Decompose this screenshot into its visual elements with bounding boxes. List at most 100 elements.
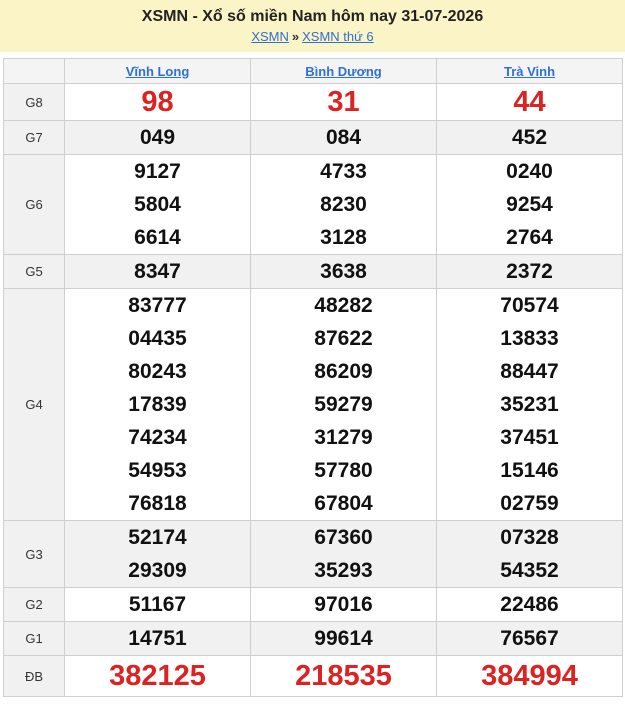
result-cell: 4733 8230 3128: [250, 154, 437, 255]
result-cell: 70574 13833 88447 35231 37451 15146 02759: [436, 288, 623, 521]
result-number: 02759: [500, 492, 559, 515]
result-cell: 44: [436, 83, 623, 121]
breadcrumb-link-xsmn-thu-6[interactable]: XSMN thứ 6: [302, 29, 374, 44]
result-cell: 049: [64, 120, 251, 155]
result-cell: 14751: [64, 621, 251, 656]
prize-row: G2 51167 97016 22486: [3, 587, 623, 622]
result-number: 084: [325, 126, 362, 149]
result-number: 57780: [314, 459, 373, 482]
result-number: 384994: [481, 660, 578, 692]
result-cell: 384994: [436, 655, 623, 697]
result-number: 15146: [500, 459, 559, 482]
table-corner-cell: [3, 58, 65, 84]
result-cell: 8347: [64, 254, 251, 289]
province-link-binh-duong[interactable]: Bình Dương: [305, 64, 381, 79]
result-cell: 452: [436, 120, 623, 155]
prize-label: ĐB: [3, 655, 65, 697]
result-number: 74234: [128, 426, 187, 449]
result-cell: 52174 29309: [64, 520, 251, 588]
result-number: 54352: [500, 559, 559, 582]
prize-row: ĐB 382125 218535 384994: [3, 655, 623, 697]
result-number: 8230: [320, 193, 367, 216]
column-header: Vĩnh Long: [64, 58, 251, 84]
result-number: 52174: [128, 526, 187, 549]
result-number: 97016: [314, 593, 373, 616]
prize-label: G1: [3, 621, 65, 656]
result-number: 48282: [314, 294, 373, 317]
prize-label: G6: [3, 154, 65, 255]
result-number: 382125: [109, 660, 206, 692]
result-number: 218535: [295, 660, 392, 692]
result-number: 35231: [500, 393, 559, 416]
result-number: 8347: [134, 260, 181, 283]
result-cell: 084: [250, 120, 437, 155]
result-number: 14751: [128, 627, 187, 650]
result-cell: 382125: [64, 655, 251, 697]
result-number: 29309: [128, 559, 187, 582]
result-number: 31279: [314, 426, 373, 449]
result-number: 9127: [134, 160, 181, 183]
result-number: 3638: [320, 260, 367, 283]
result-cell: 51167: [64, 587, 251, 622]
prize-row: G5 8347 3638 2372: [3, 254, 623, 289]
result-number: 37451: [500, 426, 559, 449]
breadcrumb-link-xsmn[interactable]: XSMN: [251, 29, 289, 44]
result-cell: 3638: [250, 254, 437, 289]
result-cell: 22486: [436, 587, 623, 622]
result-number: 9254: [506, 193, 553, 216]
province-link-vinh-long[interactable]: Vĩnh Long: [126, 64, 190, 79]
column-header: Trà Vinh: [436, 58, 623, 84]
result-number: 31: [327, 86, 360, 118]
result-number: 54953: [128, 459, 187, 482]
result-number: 17839: [128, 393, 187, 416]
result-cell: 07328 54352: [436, 520, 623, 588]
result-number: 3128: [320, 226, 367, 249]
province-link-tra-vinh[interactable]: Trà Vinh: [504, 64, 555, 79]
page-title: XSMN - Xổ số miền Nam hôm nay 31-07-2026: [141, 8, 484, 25]
page-header: XSMN - Xổ số miền Nam hôm nay 31-07-2026…: [0, 0, 625, 52]
result-cell: 67360 35293: [250, 520, 437, 588]
result-cell: 31: [250, 83, 437, 121]
result-number: 51167: [128, 593, 187, 616]
result-cell: 76567: [436, 621, 623, 656]
result-number: 67804: [314, 492, 373, 515]
result-number: 99614: [314, 627, 373, 650]
result-number: 0240: [506, 160, 553, 183]
prize-label: G3: [3, 520, 65, 588]
prize-row: G1 14751 99614 76567: [3, 621, 623, 656]
result-number: 86209: [314, 360, 373, 383]
result-number: 59279: [314, 393, 373, 416]
table-header-row: Vĩnh Long Bình Dương Trà Vinh: [3, 58, 623, 84]
result-number: 2764: [506, 226, 553, 249]
result-number: 22486: [500, 593, 559, 616]
result-number: 6614: [134, 226, 181, 249]
prize-row: G4 83777 04435 80243 17839 74234 54953 76818 482…: [3, 288, 623, 521]
prize-row: G3 52174 29309 67360 35293 07328 54352: [3, 520, 623, 588]
prize-label: G4: [3, 288, 65, 521]
result-cell: 9127 5804 6614: [64, 154, 251, 255]
result-number: 88447: [500, 360, 559, 383]
result-number: 452: [511, 126, 548, 149]
results-table: Vĩnh Long Bình Dương Trà Vinh G8 98 31 44 G7…: [3, 58, 623, 697]
result-cell: 2372: [436, 254, 623, 289]
result-cell: 218535: [250, 655, 437, 697]
result-number: 07328: [500, 526, 559, 549]
result-cell: 83777 04435 80243 17839 74234 54953 76818: [64, 288, 251, 521]
prize-row: G7 049 084 452: [3, 120, 623, 155]
result-number: 76818: [128, 492, 187, 515]
result-number: 4733: [320, 160, 367, 183]
result-number: 80243: [128, 360, 187, 383]
result-number: 049: [139, 126, 176, 149]
prize-row: G8 98 31 44: [3, 83, 623, 121]
result-number: 83777: [128, 294, 187, 317]
result-number: 70574: [500, 294, 559, 317]
result-number: 2372: [506, 260, 553, 283]
result-number: 87622: [314, 327, 373, 350]
result-number: 5804: [134, 193, 181, 216]
column-header: Bình Dương: [250, 58, 437, 84]
result-cell: 97016: [250, 587, 437, 622]
prize-label: G2: [3, 587, 65, 622]
result-cell: 99614: [250, 621, 437, 656]
result-cell: 98: [64, 83, 251, 121]
result-number: 04435: [128, 327, 187, 350]
